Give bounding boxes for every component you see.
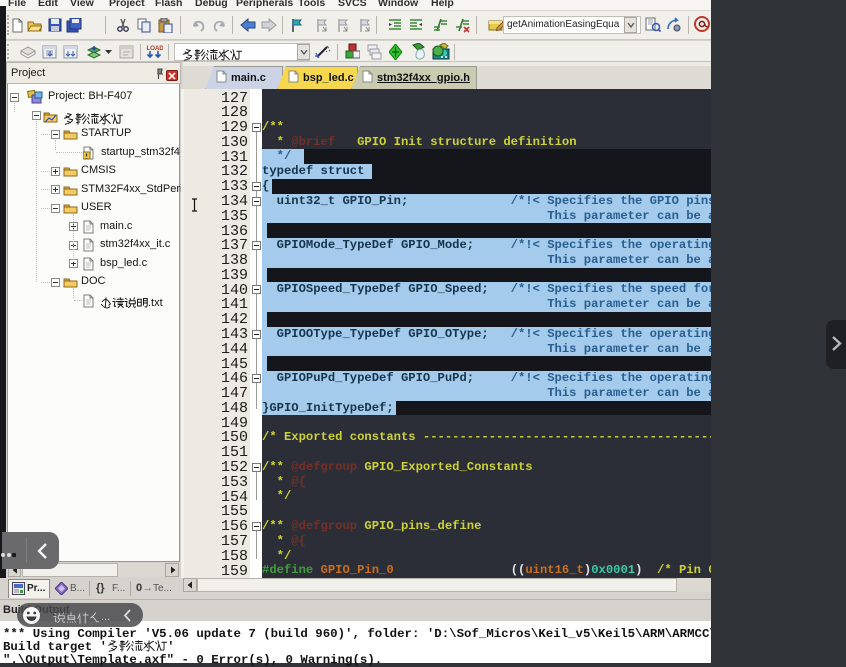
svg-text:LOAD: LOAD (147, 45, 164, 52)
